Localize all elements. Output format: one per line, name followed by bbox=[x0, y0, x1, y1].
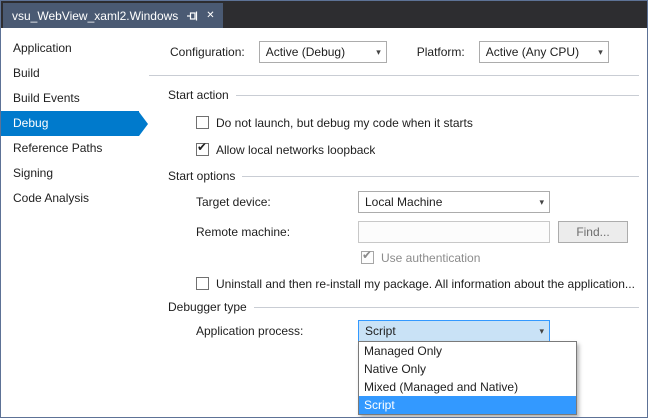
remote-machine-label: Remote machine: bbox=[196, 225, 358, 239]
application-process-dropdown[interactable]: Script ▾ Managed Only Native Only Mixed … bbox=[358, 320, 550, 342]
checkbox-box[interactable]: ✔ bbox=[196, 143, 209, 156]
tab-title: vsu_WebView_xaml2.Windows bbox=[12, 9, 178, 23]
checkbox-label: Uninstall and then re-install my package… bbox=[216, 277, 635, 291]
section-title-start-action: Start action bbox=[168, 88, 229, 102]
section-start-action: Start action bbox=[168, 88, 639, 102]
section-divider bbox=[254, 307, 639, 308]
platform-dropdown-value: Active (Any CPU) bbox=[486, 45, 579, 59]
checkbox-label: Use authentication bbox=[381, 251, 480, 265]
target-device-value: Local Machine bbox=[365, 195, 442, 209]
sidebar-item-application[interactable]: Application bbox=[1, 36, 139, 61]
platform-dropdown[interactable]: Active (Any CPU) ▾ bbox=[479, 41, 609, 63]
section-debugger-type: Debugger type bbox=[168, 300, 639, 314]
application-process-droplist: Managed Only Native Only Mixed (Managed … bbox=[358, 341, 577, 415]
find-button[interactable]: Find... bbox=[558, 221, 628, 243]
project-properties-window: vsu_WebView_xaml2.Windows ✕ Application … bbox=[0, 0, 648, 418]
option-mixed[interactable]: Mixed (Managed and Native) bbox=[359, 378, 576, 396]
sidebar-item-debug[interactable]: Debug bbox=[1, 111, 139, 136]
sidebar-item-signing[interactable]: Signing bbox=[1, 161, 139, 186]
checkmark-icon: ✔ bbox=[362, 248, 372, 262]
chevron-down-icon: ▾ bbox=[539, 198, 544, 207]
remote-machine-input[interactable] bbox=[358, 221, 550, 243]
debug-settings-panel: Configuration: Active (Debug) ▾ Platform… bbox=[139, 28, 647, 417]
option-script[interactable]: Script bbox=[359, 396, 576, 414]
section-title-debugger-type: Debugger type bbox=[168, 300, 247, 314]
checkmark-icon: ✔ bbox=[197, 140, 207, 154]
section-divider bbox=[236, 95, 639, 96]
pin-icon[interactable] bbox=[186, 10, 198, 22]
target-device-row: Target device: Local Machine ▾ bbox=[196, 191, 647, 213]
configuration-dropdown[interactable]: Active (Debug) ▾ bbox=[259, 41, 387, 63]
configuration-bar: Configuration: Active (Debug) ▾ Platform… bbox=[170, 41, 647, 63]
application-process-row: Application process: Script ▾ Managed On… bbox=[196, 320, 647, 342]
sidebar: Application Build Build Events Debug Ref… bbox=[1, 28, 139, 417]
remote-machine-row: Remote machine: Find... bbox=[196, 221, 647, 243]
section-divider bbox=[242, 176, 639, 177]
configuration-label: Configuration: bbox=[170, 45, 245, 59]
sidebar-item-build-events[interactable]: Build Events bbox=[1, 86, 139, 111]
checkbox-box: ✔ bbox=[361, 251, 374, 264]
separator bbox=[149, 75, 639, 76]
section-start-options: Start options bbox=[168, 169, 639, 183]
close-icon[interactable]: ✕ bbox=[206, 11, 214, 21]
sidebar-item-code-analysis[interactable]: Code Analysis bbox=[1, 186, 139, 211]
section-title-start-options: Start options bbox=[168, 169, 235, 183]
sidebar-item-build[interactable]: Build bbox=[1, 61, 139, 86]
platform-label: Platform: bbox=[417, 45, 465, 59]
checkbox-box[interactable] bbox=[196, 277, 209, 290]
checkbox-uninstall-reinstall[interactable]: Uninstall and then re-install my package… bbox=[196, 276, 647, 291]
checkbox-label: Allow local networks loopback bbox=[216, 143, 375, 157]
configuration-dropdown-value: Active (Debug) bbox=[266, 45, 345, 59]
checkbox-allow-loopback[interactable]: ✔ Allow local networks loopback bbox=[196, 142, 647, 157]
chevron-down-icon: ▾ bbox=[598, 48, 603, 57]
checkbox-label: Do not launch, but debug my code when it… bbox=[216, 116, 473, 130]
option-native-only[interactable]: Native Only bbox=[359, 360, 576, 378]
checkbox-box[interactable] bbox=[196, 116, 209, 129]
document-tab[interactable]: vsu_WebView_xaml2.Windows ✕ bbox=[3, 3, 223, 28]
option-managed-only[interactable]: Managed Only bbox=[359, 342, 576, 360]
chevron-down-icon: ▾ bbox=[539, 327, 544, 336]
chevron-down-icon: ▾ bbox=[376, 48, 381, 57]
checkbox-use-authentication: ✔ Use authentication bbox=[361, 250, 647, 265]
document-tab-strip: vsu_WebView_xaml2.Windows ✕ bbox=[1, 1, 647, 28]
sidebar-item-reference-paths[interactable]: Reference Paths bbox=[1, 136, 139, 161]
application-process-label: Application process: bbox=[196, 324, 358, 338]
application-process-value: Script bbox=[365, 324, 396, 338]
window-body: Application Build Build Events Debug Ref… bbox=[1, 28, 647, 417]
target-device-label: Target device: bbox=[196, 195, 358, 209]
checkbox-do-not-launch[interactable]: Do not launch, but debug my code when it… bbox=[196, 115, 647, 130]
target-device-dropdown[interactable]: Local Machine ▾ bbox=[358, 191, 550, 213]
